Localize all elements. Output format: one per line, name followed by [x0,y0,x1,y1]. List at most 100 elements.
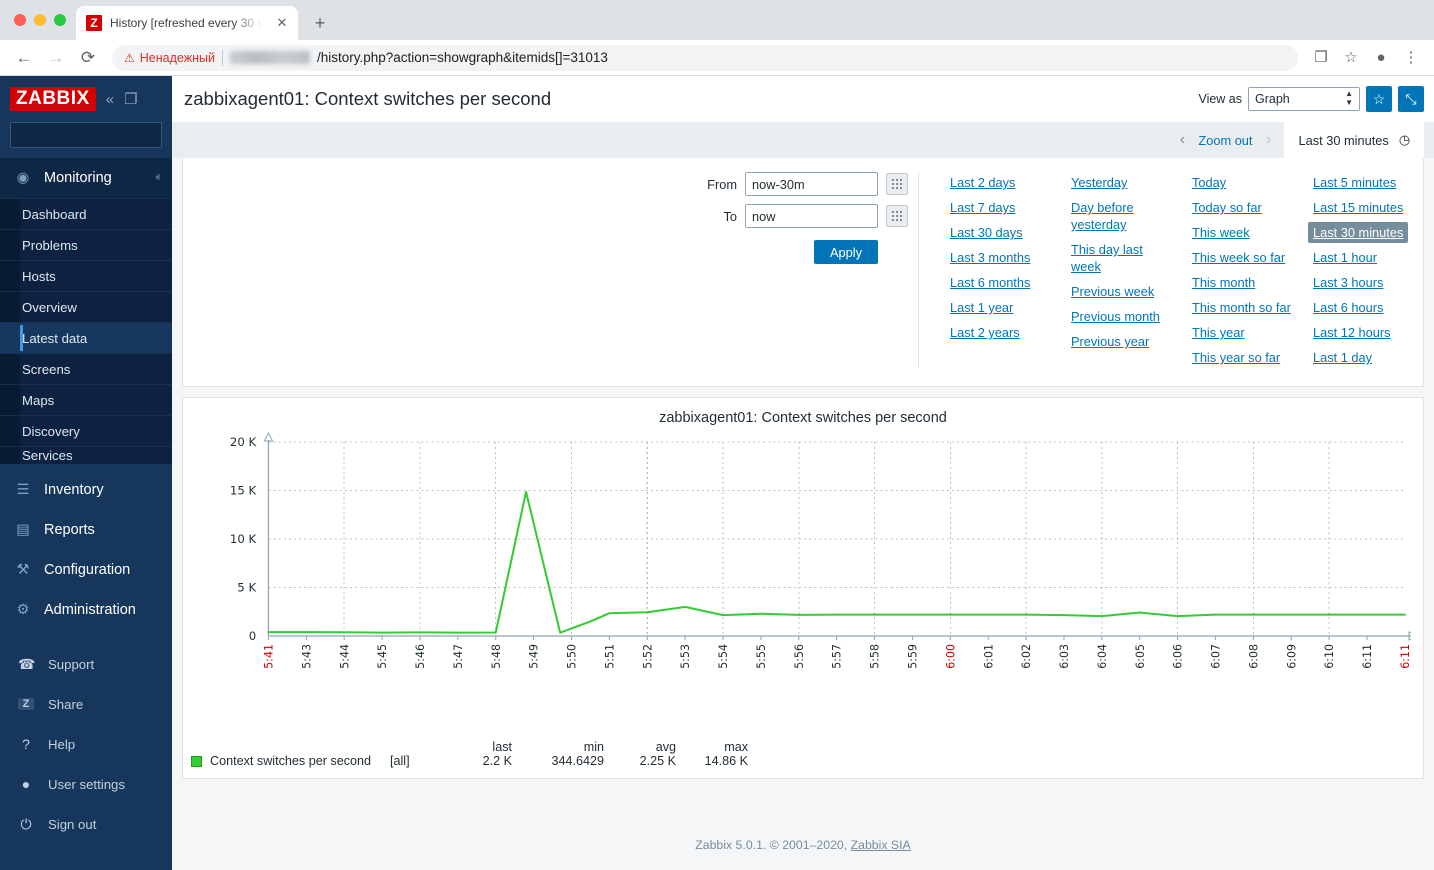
sidebar-item-discovery[interactable]: Discovery [0,415,172,446]
quick-range-link[interactable]: This week so far [1187,247,1290,268]
quick-range-link[interactable]: Last 30 minutes [1308,222,1408,243]
browser-tab[interactable]: Z History [refreshed every 30 sec] ✕ [76,6,298,40]
quick-range-link[interactable]: Last 1 year [945,297,1018,318]
forward-button[interactable]: → [42,44,70,72]
tab-title: History [refreshed every 30 sec] [110,16,266,30]
sidebar-item-label: Latest data [22,331,87,346]
quick-range-link[interactable]: This month [1187,272,1260,293]
add-to-favorites-button[interactable]: ☆ [1366,86,1392,112]
sidebar-item-share[interactable]: Z Share [0,684,172,724]
quick-range-link[interactable]: Last 2 days [945,172,1020,193]
hide-sidebar-icon[interactable]: ❐ [124,92,137,107]
quick-range-link[interactable]: Last 6 hours [1308,297,1388,318]
quick-range-link[interactable]: Last 30 days [945,222,1028,243]
sidebar-item-label: Hosts [22,269,56,284]
quick-range-link[interactable]: Last 1 hour [1308,247,1382,268]
application-frame: ZABBIX « ❐ ⚲ ◉ Monitoring ⱏ Dashboard Pr… [0,76,1434,870]
chart-canvas[interactable]: 05 K 10 K 15 K 20 K 15:43 15:44 15:45 15:46 15:4… [195,432,1411,668]
quick-range-link[interactable]: Yesterday [1066,172,1132,193]
browser-menu-icon[interactable]: ⋮ [1398,45,1424,71]
address-bar[interactable]: ⚠ Ненадежный /history.php?action=showgra… [112,45,1298,71]
footer-link[interactable]: Zabbix SIA [851,838,911,852]
quick-range-link[interactable]: This week [1187,222,1255,243]
sidebar-item-hosts[interactable]: Hosts [0,260,172,291]
quick-range-link[interactable]: This year so far [1187,347,1285,368]
quick-range-link[interactable]: Last 3 months [945,247,1035,268]
view-as-select[interactable]: Graph ▲ ▼ [1248,87,1360,111]
to-calendar-icon[interactable] [886,205,908,227]
quick-range-link[interactable]: Last 12 hours [1308,322,1396,343]
quick-range-link[interactable]: Today [1187,172,1231,193]
quick-range-link[interactable]: Last 2 years [945,322,1025,343]
quick-range-link[interactable]: Day before yesterday [1066,197,1181,235]
quick-range-link[interactable]: Last 6 months [945,272,1035,293]
apply-button[interactable]: Apply [814,240,878,264]
quick-range-column-2: Yesterday Day before yesterday This day la… [1066,172,1181,368]
sidebar-item-overview[interactable]: Overview [0,291,172,322]
quick-range-column-4: Last 5 minutes Last 15 minutes Last 30 min… [1308,172,1423,368]
sidebar-item-screens[interactable]: Screens [0,353,172,384]
legend-color-swatch [191,756,202,767]
sidebar-group-administration[interactable]: ⚙ Administration ⱟ [0,590,172,630]
legend-header-last: last [450,740,522,754]
from-calendar-icon[interactable] [886,173,908,195]
chart-series-line [268,492,1404,633]
sidebar-item-maps[interactable]: Maps [0,384,172,415]
sidebar-group-monitoring[interactable]: ◉ Monitoring ⱏ [0,158,172,198]
quick-range-link[interactable]: Last 7 days [945,197,1020,218]
maximize-window-button[interactable] [54,14,66,26]
to-input[interactable] [745,204,878,228]
quick-range-link[interactable]: This year [1187,322,1250,343]
time-prev-button[interactable]: ‹ [1166,122,1198,158]
search-box[interactable]: ⚲ [10,122,162,148]
profile-avatar-icon[interactable]: ● [1368,45,1394,71]
sidebar-item-help[interactable]: ? Help [0,724,172,764]
sidebar-item-services[interactable]: Services [0,446,172,464]
search-input[interactable] [18,128,173,142]
collapse-sidebar-icon[interactable]: « [106,92,114,107]
bar-chart-icon: ▤ [14,522,32,538]
translate-icon[interactable]: ❐ [1308,45,1334,71]
legend-value-avg: 2.25 K [614,754,686,768]
back-button[interactable]: ← [10,44,38,72]
zabbix-logo[interactable]: ZABBIX [10,87,96,111]
sidebar-group-reports[interactable]: ▤ Reports ⱟ [0,510,172,550]
sidebar-item-user-settings[interactable]: ● User settings [0,764,172,804]
quick-range-link[interactable]: Last 3 hours [1308,272,1388,293]
close-tab-icon[interactable]: ✕ [274,15,290,31]
sidebar-item-dashboard[interactable]: Dashboard [0,198,172,229]
legend-scope: [all] [390,754,450,768]
quick-range-link[interactable]: Today so far [1187,197,1267,218]
new-tab-button[interactable]: + [306,9,334,37]
zabbix-favicon-icon: Z [86,15,102,31]
sidebar-item-latest-data[interactable]: Latest data [0,322,172,353]
legend-value-last: 2.2 K [450,754,522,768]
time-range-tab[interactable]: Last 30 minutes ◷ [1284,122,1424,158]
sidebar-item-label: Discovery [22,424,80,439]
quick-range-link[interactable]: This month so far [1187,297,1296,318]
sidebar-item-support[interactable]: ☎ Support [0,644,172,684]
quick-range-link[interactable]: Last 5 minutes [1308,172,1401,193]
sidebar-group-configuration[interactable]: ⚒ Configuration ⱟ [0,550,172,590]
zoom-out-button[interactable]: Zoom out [1198,122,1252,158]
wrench-icon: ⚒ [14,562,32,578]
from-input[interactable] [745,172,878,196]
quick-range-link[interactable]: Previous month [1066,306,1165,327]
minimize-window-button[interactable] [34,14,46,26]
reload-button[interactable]: ⟳ [74,44,102,72]
quick-range-link[interactable]: Last 15 minutes [1308,197,1408,218]
sidebar-item-problems[interactable]: Problems [0,229,172,260]
kiosk-mode-button[interactable]: ⤡ [1398,86,1424,112]
quick-range-link[interactable]: This day last week [1066,239,1181,277]
quick-range-link[interactable]: Last 1 day [1308,347,1377,368]
close-window-button[interactable] [14,14,26,26]
quick-range-link[interactable]: Previous week [1066,281,1159,302]
sidebar-group-inventory[interactable]: ☰ Inventory ⱟ [0,470,172,510]
time-next-button[interactable]: › [1252,122,1284,158]
page-footer: Zabbix 5.0.1. © 2001–2020, Zabbix SIA [172,822,1434,870]
sidebar-item-label: Sign out [48,817,96,832]
not-secure-badge[interactable]: ⚠ Ненадежный [124,51,215,65]
quick-range-link[interactable]: Previous year [1066,331,1154,352]
sidebar-item-sign-out[interactable]: ⏻ Sign out [0,804,172,844]
bookmark-star-icon[interactable]: ☆ [1338,45,1364,71]
